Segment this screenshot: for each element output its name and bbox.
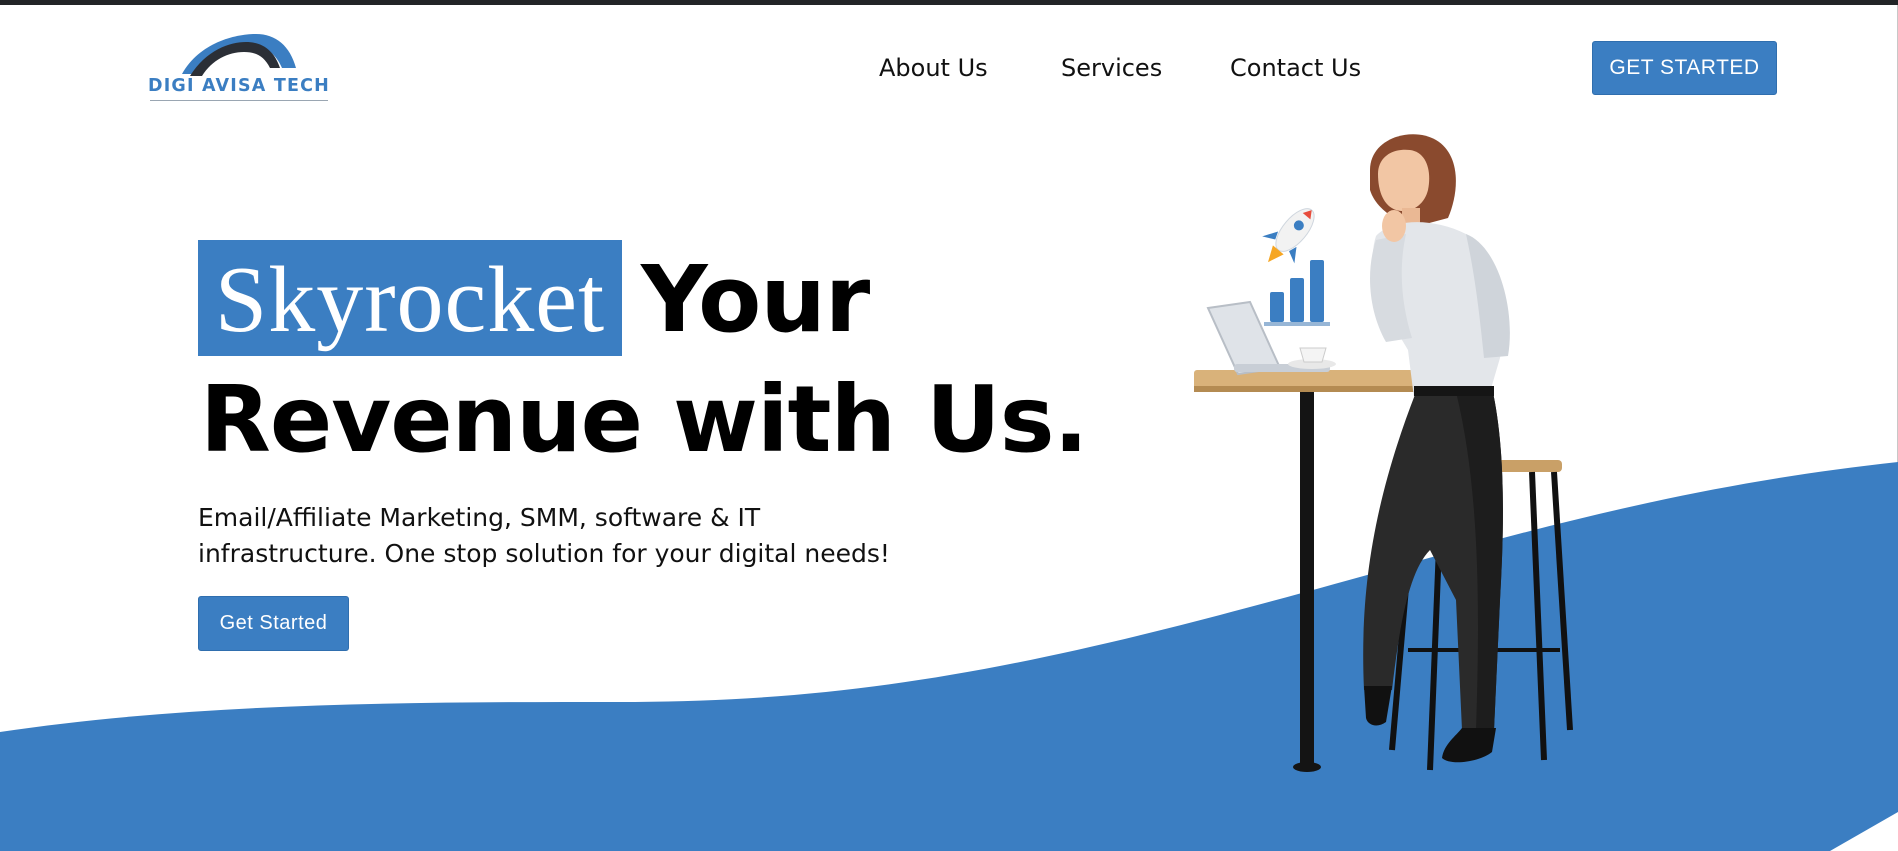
headline-line2: Revenue with Us. <box>200 366 1088 473</box>
hero-illustration <box>1194 134 1573 772</box>
coffee-cup-icon <box>1288 347 1336 369</box>
logo-underline <box>150 100 328 101</box>
header-get-started-button[interactable]: GET STARTED <box>1592 41 1777 95</box>
bar-chart-icon <box>1264 260 1330 326</box>
nav-about-us[interactable]: About Us <box>879 54 988 82</box>
headline-highlight-word: Skyrocket <box>214 248 606 352</box>
nav-services[interactable]: Services <box>1061 54 1162 82</box>
brand-logo[interactable]: DIGI AVISA TECH <box>134 28 344 104</box>
headline-line1-rest: Your <box>641 246 870 353</box>
hero-subtext: Email/Affiliate Marketing, SMM, software… <box>198 503 890 568</box>
nav-contact-us[interactable]: Contact Us <box>1230 54 1361 82</box>
logo-arc-icon <box>182 34 296 76</box>
headline-highlight-box: Skyrocket <box>198 240 622 356</box>
top-strip <box>0 0 1898 5</box>
logo-wordmark: DIGI AVISA TECH <box>147 76 331 96</box>
hero-get-started-button[interactable]: Get Started <box>198 596 349 651</box>
